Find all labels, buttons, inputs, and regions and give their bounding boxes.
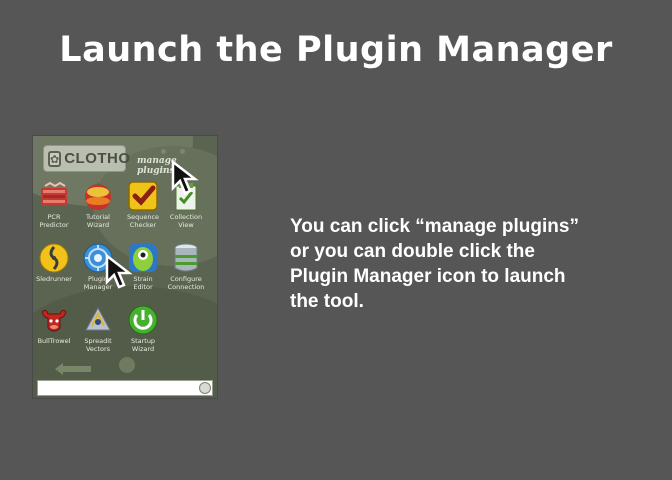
home-round-button[interactable] — [119, 357, 135, 373]
bulltrowel-icon — [38, 304, 70, 336]
logo-text: CLOTHO — [64, 150, 131, 167]
icon-label: BullTrowel — [37, 337, 71, 345]
sequence-checker-icon — [127, 180, 159, 212]
icon-label: Sequence Checker — [126, 213, 160, 229]
icon-label: Collection View — [169, 213, 203, 229]
instruction-text: You can click “manage plugins” or you ca… — [290, 216, 579, 312]
search-input[interactable] — [37, 380, 213, 396]
bulltrowel-button[interactable]: BullTrowel — [33, 304, 75, 345]
back-arrow-button[interactable] — [55, 360, 91, 375]
spreadit-vectors-icon — [82, 304, 114, 336]
arrow-left-icon — [55, 363, 91, 375]
icon-label: PCR Predictor — [39, 213, 69, 229]
startup-wizard-button[interactable]: Startup Wizard — [122, 304, 164, 353]
icon-label: Spreadit Vectors — [84, 337, 112, 353]
pcr-predictor-icon — [38, 180, 70, 212]
tutorial-wizard-button[interactable]: Tutorial Wizard — [77, 180, 119, 229]
mouse-pointer-icon — [105, 254, 133, 289]
icon-label: Configure Connection — [167, 275, 205, 291]
configure-connection-icon — [170, 242, 202, 274]
startup-wizard-icon — [127, 304, 159, 336]
sequence-checker-button[interactable]: Sequence Checker — [122, 180, 164, 229]
icon-label: Startup Wizard — [130, 337, 156, 353]
icon-label: Sledrunner — [36, 275, 72, 283]
icon-label: Tutorial Wizard — [86, 213, 110, 229]
search-icon[interactable] — [199, 382, 211, 394]
clotho-app-window: ✿ CLOTHO manage plugins PCR Predictor Tut… — [33, 136, 217, 398]
tutorial-wizard-icon — [82, 180, 114, 212]
slide-title: Launch the Plugin Manager — [59, 30, 613, 70]
spreadit-vectors-button[interactable]: Spreadit Vectors — [77, 304, 119, 353]
configure-connection-button[interactable]: Configure Connection — [165, 242, 207, 291]
clotho-logo-icon: ✿ — [48, 150, 62, 167]
mouse-pointer-icon — [171, 160, 199, 195]
clotho-logo: ✿ CLOTHO — [43, 145, 130, 172]
sledrunner-icon — [38, 242, 70, 274]
sledrunner-button[interactable]: Sledrunner — [33, 242, 75, 283]
window-control-dots — [161, 139, 217, 173]
pcr-predictor-button[interactable]: PCR Predictor — [33, 180, 75, 229]
